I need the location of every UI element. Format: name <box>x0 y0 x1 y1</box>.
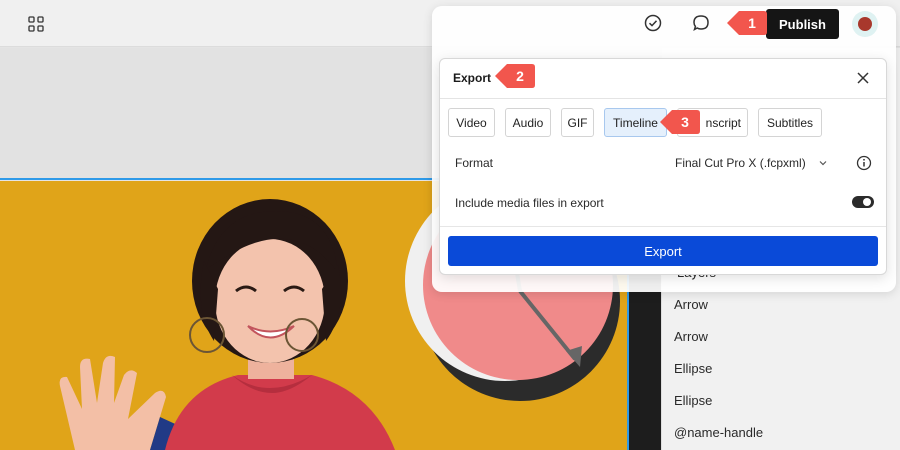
layer-item[interactable]: Ellipse <box>674 361 712 376</box>
export-button[interactable]: Export <box>448 236 878 266</box>
step-callout-1: 1 <box>726 10 768 36</box>
close-icon[interactable] <box>854 69 872 87</box>
tab-video[interactable]: Video <box>448 108 495 137</box>
toggle-knob <box>863 198 871 206</box>
step-number: 1 <box>748 15 756 31</box>
format-select[interactable]: Final Cut Pro X (.fcpxml) <box>675 156 806 170</box>
export-dialog: Export blish Video Audio GIF Timeline ns… <box>439 58 887 275</box>
grid-icon[interactable] <box>28 16 44 32</box>
step-number: 3 <box>681 114 689 130</box>
avatar-dot <box>858 17 872 31</box>
check-circle-icon[interactable] <box>643 13 663 33</box>
tab-export[interactable]: Export <box>453 71 491 85</box>
tab-gif[interactable]: GIF <box>561 108 594 137</box>
tab-subtitles[interactable]: Subtitles <box>758 108 822 137</box>
include-media-label: Include media files in export <box>455 196 604 210</box>
include-media-toggle[interactable] <box>852 196 874 208</box>
layer-item[interactable]: Ellipse <box>674 393 712 408</box>
layer-item[interactable]: Arrow <box>674 297 708 312</box>
avatar[interactable] <box>852 11 878 37</box>
publish-button[interactable]: Publish <box>766 9 839 39</box>
step-callout-2: 2 <box>494 63 536 89</box>
info-icon[interactable] <box>856 155 872 171</box>
layer-item[interactable]: Arrow <box>674 329 708 344</box>
layer-item[interactable]: @name-handle <box>674 425 763 440</box>
divider <box>440 226 886 227</box>
tab-timeline[interactable]: Timeline <box>604 108 667 137</box>
comment-icon[interactable] <box>691 13 711 33</box>
step-callout-3: 3 <box>659 109 701 135</box>
chevron-down-icon[interactable] <box>818 158 828 168</box>
step-number: 2 <box>516 68 524 84</box>
format-label: Format <box>455 156 494 170</box>
tab-audio[interactable]: Audio <box>505 108 551 137</box>
